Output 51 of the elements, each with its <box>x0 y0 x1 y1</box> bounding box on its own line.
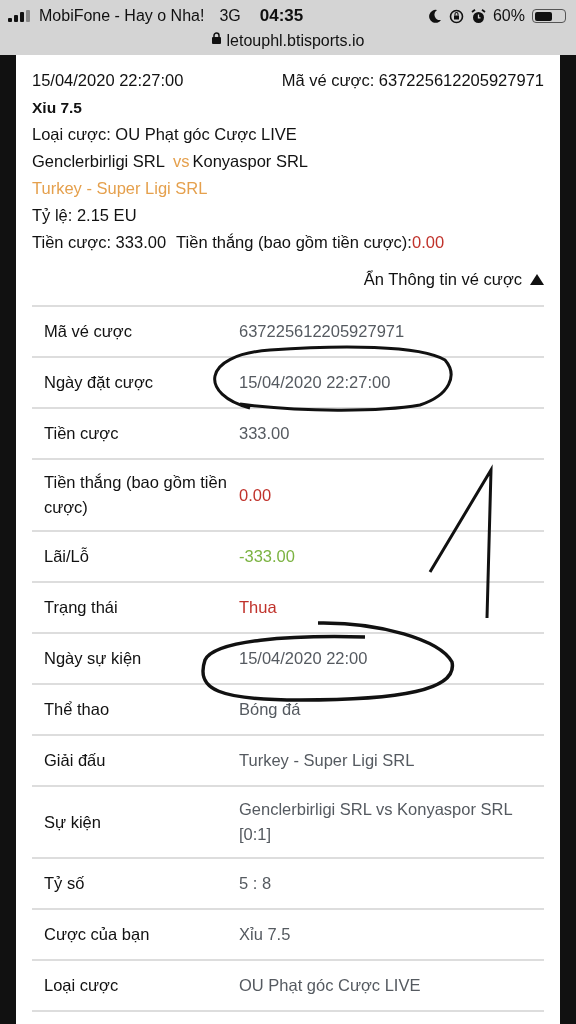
odds-text: Tỷ lệ: 2.15 EU <box>32 205 138 226</box>
detail-label: Tiền thắng (bao gồm tiền cược) <box>43 472 228 518</box>
detail-label: Trạng thái <box>43 597 119 618</box>
detail-label: Ngày đặt cược <box>43 372 154 393</box>
bet-type: Loại cược: OU Phạt góc Cược LIVE <box>32 124 298 145</box>
detail-value: 5 : 8 <box>239 873 273 894</box>
payout-value: 0.00 <box>411 233 445 251</box>
detail-label: Cược của bạn <box>43 924 151 945</box>
detail-value: Genclerbirligi SRL vs Konyaspor SRL [0:1] <box>239 799 513 845</box>
detail-label: Tỷ số <box>43 873 86 894</box>
payout-label: Tiền thắng (bao gồm tiền cược): <box>176 233 412 251</box>
away-team: Konyaspor SRL <box>192 152 309 170</box>
detail-value: OU Phạt góc Cược LIVE <box>239 975 422 996</box>
battery-icon <box>532 9 566 23</box>
lock-icon <box>211 32 221 44</box>
hide-details-toggle[interactable]: Ẩn Thông tin vé cược <box>363 270 544 289</box>
moon-icon <box>428 9 442 23</box>
carrier-name: MobiFone - Hay o Nha! <box>39 7 205 25</box>
detail-label: Giải đấu <box>43 750 107 771</box>
detail-value: Xỉu 7.5 <box>239 924 292 945</box>
clock-time: 04:35 <box>259 6 304 26</box>
rotation-lock-icon <box>448 8 464 24</box>
network-type: 3G <box>219 7 241 25</box>
detail-value: 15/04/2020 22:27:00 <box>239 372 392 393</box>
battery-percent: 60% <box>492 7 525 25</box>
detail-label: Lãi/Lỗ <box>43 546 90 567</box>
vs-label: vs <box>172 152 190 170</box>
detail-value: Bóng đá <box>239 699 302 720</box>
detail-label: Tiền cược <box>43 423 120 444</box>
url-text[interactable]: letouphl.btisports.io <box>226 32 365 50</box>
ticket-number: Mã vé cược: 637225612205927971 <box>281 70 544 91</box>
signal-icon <box>8 10 30 22</box>
detail-value: -333.00 <box>239 546 296 567</box>
detail-value: 0.00 <box>239 484 273 506</box>
league-name: Turkey - Super Ligi SRL <box>32 178 209 199</box>
detail-label: Sự kiện <box>43 811 102 833</box>
home-team: Genclerbirligi SRL <box>32 152 165 170</box>
detail-label: Mã vé cược <box>43 321 133 342</box>
detail-value: 637225612205927971 <box>239 321 406 342</box>
caret-icon <box>530 274 544 285</box>
alarm-icon <box>470 8 486 24</box>
detail-value: Turkey - Super Ligi SRL <box>239 750 416 771</box>
bet-date: 15/04/2020 22:27:00 <box>32 70 184 91</box>
selection-title: Xỉu 7.5 <box>32 98 83 118</box>
detail-value: 333.00 <box>239 423 291 444</box>
detail-value: Thua <box>239 597 278 618</box>
detail-label: Loại cược <box>43 975 120 996</box>
detail-value: 15/04/2020 22:00 <box>239 648 369 669</box>
stake-text: Tiền cược: 333.00 <box>32 233 167 251</box>
detail-label: Thể thao <box>43 699 111 720</box>
detail-label: Ngày sự kiện <box>43 648 143 669</box>
